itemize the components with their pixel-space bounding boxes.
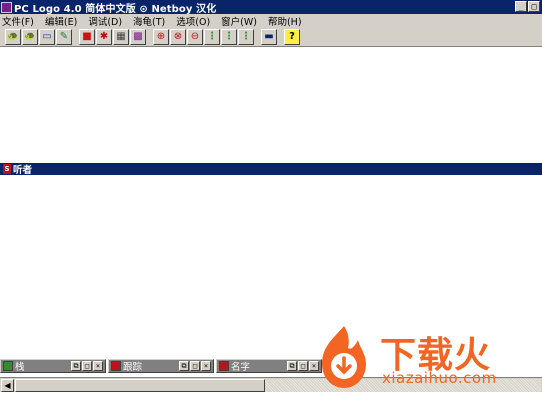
load-turtle-icon: 🐢: [24, 31, 36, 42]
zoom-turtle-button[interactable]: ⊗: [170, 28, 186, 45]
zoom-out-icon: ⊖: [190, 31, 200, 42]
minimized-stack-window[interactable]: 栈 ⧉ □ ×: [0, 359, 106, 373]
traffic-light-icon: ⋮: [207, 31, 217, 42]
trace-window-label: 跟踪: [123, 362, 143, 373]
open-tray-icon: ▭: [42, 31, 52, 42]
listener-title-bar[interactable]: S 听者: [0, 163, 542, 176]
flame-logo-icon: [322, 326, 366, 388]
pause-button[interactable]: ✱: [96, 28, 112, 45]
window-controls: _ □: [515, 1, 540, 12]
maximize-button[interactable]: □: [298, 361, 308, 371]
help-button[interactable]: ?: [284, 28, 300, 45]
app-icon[interactable]: [1, 1, 12, 13]
help-icon: ?: [289, 31, 295, 42]
scroll-thumb[interactable]: [15, 378, 265, 392]
zoom-out-button[interactable]: ⊖: [187, 28, 203, 45]
zoom-in-icon: ⊕: [156, 31, 166, 42]
minimized-names-window[interactable]: 名字 ⧉ □ ×: [216, 359, 322, 373]
open-tray-button[interactable]: ▭: [39, 28, 55, 45]
grid-button[interactable]: ▦: [113, 28, 129, 45]
stop-button[interactable]: ■: [79, 28, 95, 45]
maximize-button[interactable]: □: [190, 361, 200, 371]
load-turtle-button[interactable]: 🐢: [22, 28, 38, 45]
close-button[interactable]: ×: [93, 361, 103, 371]
scroll-left-arrow[interactable]: ◀: [1, 378, 14, 392]
names-window-label: 名字: [231, 362, 251, 373]
grid-icon: ▦: [116, 31, 126, 42]
names-window-icon: [219, 361, 229, 371]
zoom-turtle-icon: ⊗: [173, 31, 183, 42]
palette-icon: ▩: [133, 31, 143, 42]
trace-light-button[interactable]: ⋮: [238, 28, 254, 45]
stack-window-icon: [3, 361, 13, 371]
traffic-light-icon: ⋮: [241, 31, 251, 42]
graphics-area[interactable]: [0, 48, 542, 162]
new-turtle-button[interactable]: 🐢: [5, 28, 21, 45]
trace-window-controls: ⧉ □ ×: [179, 361, 211, 371]
restore-button[interactable]: ⧉: [71, 361, 81, 371]
menu-options[interactable]: 选项(O): [176, 14, 210, 28]
menu-bar: 文件(F) 编辑(E) 调试(D) 海龟(T) 选项(O) 窗户(W) 帮助(H…: [0, 14, 542, 28]
stop-icon: ■: [82, 31, 92, 42]
close-button[interactable]: ×: [201, 361, 211, 371]
menu-debug[interactable]: 调试(D): [88, 14, 122, 28]
zoom-in-button[interactable]: ⊕: [153, 28, 169, 45]
stack-window-controls: ⧉ □ ×: [71, 361, 103, 371]
menu-turtle[interactable]: 海龟(T): [133, 14, 165, 28]
window-title: PC Logo 4.0 简体中文版 ⊙ Netboy 汉化: [14, 3, 217, 15]
minimize-button[interactable]: _: [515, 1, 527, 12]
trace-window-icon: [111, 361, 121, 371]
menu-window[interactable]: 窗户(W): [221, 14, 257, 28]
watermark: 下载火 xiazaihuo.com: [314, 324, 538, 392]
restore-button[interactable]: ⧉: [179, 361, 189, 371]
menu-help[interactable]: 帮助(H): [268, 14, 302, 28]
stack-window-label: 栈: [15, 362, 25, 373]
run-light-button[interactable]: ⋮: [204, 28, 220, 45]
menu-file[interactable]: 文件(F): [2, 14, 34, 28]
listener-icon: S: [3, 164, 11, 174]
screen-icon: ▬: [264, 31, 274, 42]
menu-edit[interactable]: 编辑(E): [45, 14, 77, 28]
edit-pencil-icon: ✎: [59, 31, 69, 42]
main-title-bar[interactable]: PC Logo 4.0 简体中文版 ⊙ Netboy 汉化 _ □: [0, 0, 542, 15]
edit-button[interactable]: ✎: [56, 28, 72, 45]
traffic-light-icon: ⋮: [224, 31, 234, 42]
toolbar: 🐢 🐢 ▭ ✎ ■ ✱ ▦ ▩ ⊕ ⊗ ⊖ ⋮ ⋮ ⋮ ▬ ?: [0, 27, 542, 47]
minimized-trace-window[interactable]: 跟踪 ⧉ □ ×: [108, 359, 214, 373]
pause-icon: ✱: [99, 31, 109, 42]
restore-button[interactable]: ⧉: [287, 361, 297, 371]
watermark-domain: xiazaihuo.com: [382, 369, 497, 387]
screen-button[interactable]: ▬: [261, 28, 277, 45]
palette-button[interactable]: ▩: [130, 28, 146, 45]
maximize-button[interactable]: □: [82, 361, 92, 371]
listener-title: 听者: [13, 165, 33, 176]
maximize-button[interactable]: □: [528, 1, 540, 12]
new-turtle-icon: 🐢: [7, 31, 19, 42]
step-light-button[interactable]: ⋮: [221, 28, 237, 45]
